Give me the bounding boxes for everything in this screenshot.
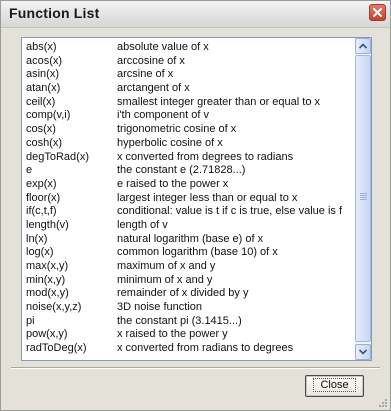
list-item[interactable]: pow(x,y) x raised to the power y (22, 328, 355, 342)
function-name: acos(x) (26, 54, 63, 67)
function-name: min(x,y) (26, 273, 66, 286)
function-name: atan(x) (26, 82, 61, 95)
list-item[interactable]: exp(x) e raised to the power x (22, 178, 355, 192)
function-description: arctangent of x (117, 82, 190, 95)
function-description: 3D noise function (117, 301, 202, 314)
list-item[interactable]: acos(x) arccosine of x (22, 55, 355, 69)
function-name: cosh(x) (26, 136, 63, 149)
function-name: log(x) (26, 246, 54, 259)
chevron-down-icon (359, 349, 367, 355)
function-name: asin(x) (26, 68, 60, 81)
close-button[interactable]: Close (305, 375, 364, 397)
list-item[interactable]: asin(x) arcsine of x (22, 68, 355, 82)
function-name: comp(v,i) (26, 109, 71, 122)
list-item[interactable]: noise(x,y,z) 3D noise function (22, 301, 355, 315)
vertical-scrollbar[interactable] (355, 38, 371, 360)
function-description: minimum of x and y (117, 273, 213, 286)
resize-grip-icon[interactable] (377, 397, 388, 408)
function-name: e (26, 164, 33, 177)
list-item[interactable]: max(x,y) maximum of x and y (22, 260, 355, 274)
function-name: pow(x,y) (26, 328, 68, 341)
function-name: ceil(x) (26, 95, 56, 108)
list-item[interactable]: radToDeg(x) x converted from radians to d… (22, 342, 355, 356)
list-item[interactable]: degToRad(x) x converted from degrees to r… (22, 151, 355, 165)
scroll-down-button[interactable] (355, 344, 371, 360)
list-item[interactable]: cos(x) trigonometric cosine of x (22, 123, 355, 137)
list-item[interactable]: mod(x,y) remainder of x divided by y (22, 287, 355, 301)
function-name: floor(x) (26, 191, 61, 204)
divider (11, 367, 380, 369)
function-name: radToDeg(x) (26, 342, 87, 355)
function-name: noise(x,y,z) (26, 301, 82, 314)
function-description: the constant e (2.71828...) (117, 164, 246, 177)
function-description: largest integer less than or equal to x (117, 191, 298, 204)
function-description: absolute value of x (117, 41, 209, 53)
scroll-up-button[interactable] (355, 38, 371, 54)
function-description: trigonometric cosine of x (117, 123, 237, 136)
list-item[interactable]: ceil(x) smallest integer greater than or … (22, 96, 355, 110)
function-name: mod(x,y) (26, 287, 69, 300)
list-item[interactable]: min(x,y) minimum of x and y (22, 274, 355, 288)
function-description: natural logarithm (base e) of x (117, 232, 264, 245)
list-item[interactable]: abs(x) absolute value of x (22, 41, 355, 55)
function-description: smallest integer greater than or equal t… (117, 95, 321, 108)
list-item[interactable]: log(x) common logarithm (base 10) of x (22, 246, 355, 260)
function-description: x converted from degrees to radians (117, 150, 294, 163)
close-button-label: Close (313, 378, 356, 392)
dialog-title: Function List (9, 5, 100, 21)
close-x-icon[interactable] (369, 4, 386, 21)
function-description: remainder of x divided by y (117, 287, 249, 300)
function-description: e raised to the power x (117, 177, 229, 190)
function-name: ln(x) (26, 232, 48, 245)
list-item[interactable]: floor(x) largest integer less than or equ… (22, 192, 355, 206)
function-name: cos(x) (26, 123, 56, 136)
function-description: common logarithm (base 10) of x (117, 246, 278, 259)
function-rows: abs(x) absolute value of x acos(x) arccosin… (22, 41, 355, 356)
list-item[interactable]: ln(x) natural logarithm (base e) of x (22, 233, 355, 247)
function-description: maximum of x and y (117, 260, 216, 272)
chevron-up-icon (359, 43, 367, 49)
function-description: hyperbolic cosine of x (117, 136, 223, 149)
list-item[interactable]: length(v) length of v (22, 219, 355, 233)
function-name: length(v) (26, 218, 69, 231)
function-name: abs(x) (26, 41, 57, 53)
function-description: x raised to the power y (117, 328, 228, 341)
function-description: conditional: value is t if c is true, el… (117, 205, 342, 218)
function-name: pi (26, 314, 35, 327)
function-description: x converted from radians to degrees (117, 342, 294, 355)
list-item[interactable]: if(c,t,f) conditional: value is t if c is… (22, 205, 355, 219)
list-item[interactable]: pi the constant pi (3.1415...) (22, 315, 355, 329)
function-name: if(c,t,f) (26, 205, 57, 218)
function-name: exp(x) (26, 177, 57, 190)
function-description: arccosine of x (117, 54, 185, 67)
function-name: max(x,y) (26, 260, 69, 272)
list-item[interactable]: comp(v,i) i'th component of v (22, 109, 355, 123)
function-description: the constant pi (3.1415...) (117, 314, 242, 327)
function-list-dialog: Function List abs(x) absolute value of xa… (0, 0, 391, 411)
scroll-thumb[interactable] (355, 55, 371, 342)
list-item[interactable]: atan(x) arctangent of x (22, 82, 355, 96)
list-item[interactable]: e the constant e (2.71828...) (22, 164, 355, 178)
grip-icon (360, 193, 367, 201)
function-name: degToRad(x) (26, 150, 89, 163)
function-description: length of v (117, 218, 168, 231)
list-item[interactable]: cosh(x) hyperbolic cosine of x (22, 137, 355, 151)
function-description: i'th component of v (117, 109, 209, 122)
function-listbox[interactable]: abs(x) absolute value of x acos(x) arccosin… (21, 37, 372, 361)
title-bar[interactable]: Function List (1, 1, 390, 28)
function-description: arcsine of x (117, 68, 174, 81)
